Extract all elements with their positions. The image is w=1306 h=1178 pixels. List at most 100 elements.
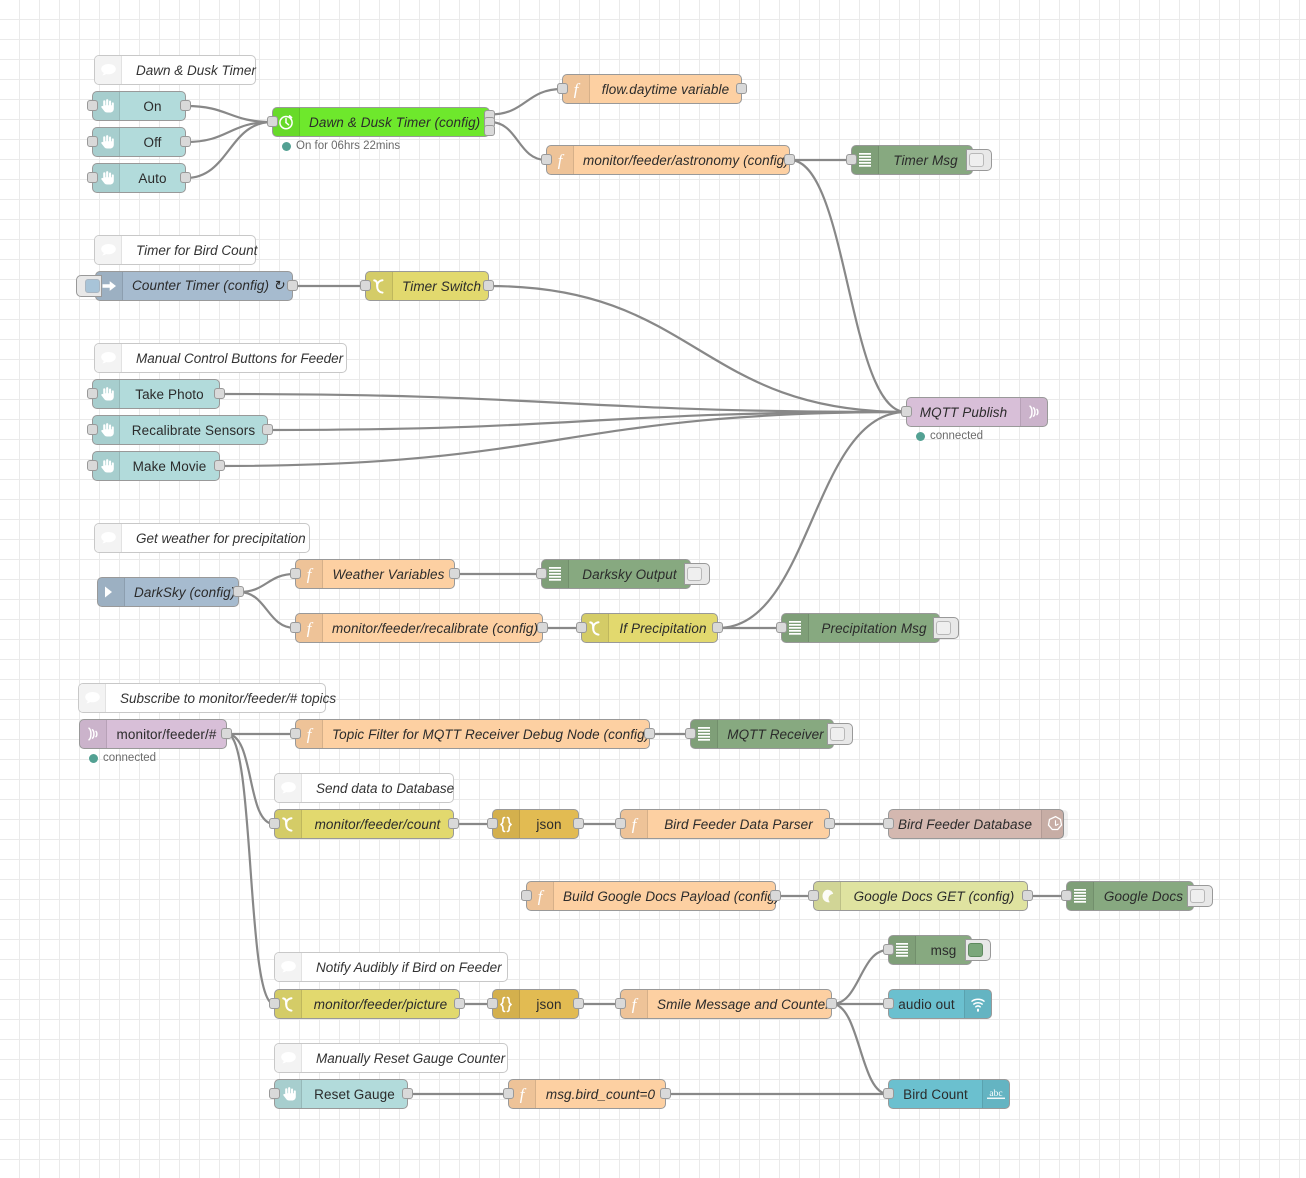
debug-toggle-button[interactable] — [684, 563, 710, 585]
output-port[interactable] — [287, 280, 298, 291]
output-port[interactable] — [573, 998, 584, 1009]
output-port[interactable] — [233, 586, 244, 597]
flow-node-gdocs[interactable]: Google Docs — [1061, 881, 1213, 911]
input-port[interactable] — [290, 622, 301, 633]
output-port[interactable] — [660, 1088, 671, 1099]
flow-node-smile[interactable]: f Smile Message and Counter — [615, 989, 837, 1019]
output-port[interactable] — [537, 622, 548, 633]
flow-node-topicfilter[interactable]: f Topic Filter for MQTT Receiver Debug No… — [290, 719, 655, 749]
flow-node-birdcount[interactable]: Bird Count abc — [883, 1079, 1010, 1109]
flow-node-movie[interactable]: Make Movie — [87, 451, 225, 481]
debug-toggle-button[interactable] — [966, 149, 992, 171]
flow-node-parser[interactable]: f Bird Feeder Data Parser — [615, 809, 835, 839]
comment-node[interactable]: Get weather for precipitation — [94, 523, 310, 553]
input-port[interactable] — [883, 944, 894, 955]
output-port[interactable] — [221, 728, 232, 739]
debug-toggle-button[interactable] — [933, 617, 959, 639]
input-port[interactable] — [901, 406, 912, 417]
flow-node-audioout[interactable]: audio out — [883, 989, 992, 1019]
inject-trigger-button[interactable] — [76, 275, 102, 297]
output-port[interactable] — [262, 424, 273, 435]
input-port[interactable] — [290, 728, 301, 739]
flow-node-gdocsget[interactable]: Google Docs GET (config) — [808, 881, 1033, 911]
output-port[interactable] — [214, 460, 225, 471]
wire[interactable] — [226, 732, 275, 1006]
output-port[interactable] — [484, 124, 495, 136]
wire[interactable] — [226, 732, 275, 826]
input-port[interactable] — [883, 1088, 894, 1099]
input-port[interactable] — [776, 622, 787, 633]
input-port[interactable] — [521, 890, 532, 901]
flow-node-auto[interactable]: Auto — [87, 163, 191, 193]
flow-node-timerswitch[interactable]: Timer Switch — [360, 271, 494, 301]
input-port[interactable] — [557, 83, 568, 94]
input-port[interactable] — [87, 424, 98, 435]
input-port[interactable] — [883, 998, 894, 1009]
input-port[interactable] — [269, 1088, 280, 1099]
flow-node-darkskyout[interactable]: Darksky Output — [536, 559, 710, 589]
input-port[interactable] — [267, 116, 278, 127]
flow-node-precipmsg[interactable]: Precipitation Msg — [776, 613, 959, 643]
output-port[interactable] — [712, 622, 723, 633]
flow-node-timermsg[interactable]: Timer Msg — [846, 145, 992, 175]
wire[interactable] — [488, 284, 907, 414]
output-port[interactable] — [449, 568, 460, 579]
flow-node-recalfn[interactable]: f monitor/feeder/recalibrate (config) — [290, 613, 548, 643]
input-port[interactable] — [290, 568, 301, 579]
output-port[interactable] — [454, 998, 465, 1009]
output-port[interactable] — [214, 388, 225, 399]
debug-toggle-button[interactable] — [827, 723, 853, 745]
wire[interactable] — [831, 948, 889, 1006]
flow-node-ifprecip[interactable]: If Precipitation — [576, 613, 723, 643]
flow-node-mqttrecv[interactable]: MQTT Receiver — [685, 719, 853, 749]
output-port[interactable] — [770, 890, 781, 901]
output-port[interactable] — [483, 280, 494, 291]
input-port[interactable] — [360, 280, 371, 291]
input-port[interactable] — [87, 172, 98, 183]
wire[interactable] — [831, 1002, 889, 1096]
wire[interactable] — [219, 392, 907, 414]
comment-node[interactable]: Send data to Database — [274, 773, 454, 803]
flow-node-recal[interactable]: Recalibrate Sensors — [87, 415, 273, 445]
input-port[interactable] — [487, 818, 498, 829]
comment-node[interactable]: Manually Reset Gauge Counter — [274, 1043, 508, 1073]
flow-node-birdcount0[interactable]: f msg.bird_count=0 — [503, 1079, 671, 1109]
input-port[interactable] — [87, 460, 98, 471]
input-port[interactable] — [1061, 890, 1072, 901]
debug-toggle-button[interactable] — [1187, 885, 1213, 907]
flow-canvas[interactable]: Dawn & Dusk Timer Timer for Bird Count Man… — [0, 0, 1306, 1178]
input-port[interactable] — [541, 154, 552, 165]
flow-node-dawn[interactable]: Dawn & Dusk Timer (config) — [267, 107, 495, 137]
wire[interactable] — [717, 410, 907, 630]
wire[interactable] — [185, 104, 273, 124]
flow-node-weathervars[interactable]: f Weather Variables — [290, 559, 460, 589]
flow-node-resetgauge[interactable]: Reset Gauge — [269, 1079, 413, 1109]
flow-node-json1[interactable]: json — [487, 809, 584, 839]
flow-node-takephoto[interactable]: Take Photo — [87, 379, 225, 409]
output-port[interactable] — [573, 818, 584, 829]
flow-node-count[interactable]: monitor/feeder/count — [269, 809, 459, 839]
flow-node-mqttsub[interactable]: monitor/feeder/# — [79, 719, 232, 749]
wire[interactable] — [185, 120, 273, 144]
comment-node[interactable]: Timer for Bird Count — [94, 235, 257, 265]
output-port[interactable] — [1022, 890, 1033, 901]
input-port[interactable] — [269, 818, 280, 829]
debug-toggle-button[interactable] — [965, 939, 991, 961]
wire[interactable] — [238, 572, 296, 594]
comment-node[interactable]: Notify Audibly if Bird on Feeder — [274, 952, 508, 982]
comment-node[interactable]: Dawn & Dusk Timer — [94, 55, 256, 85]
input-port[interactable] — [846, 154, 857, 165]
input-port[interactable] — [269, 998, 280, 1009]
wire[interactable] — [238, 590, 296, 630]
flow-node-json2[interactable]: json — [487, 989, 584, 1019]
flow-node-darksky[interactable]: DarkSky (config) — [97, 577, 244, 607]
wire[interactable] — [267, 410, 907, 432]
output-port[interactable] — [784, 154, 795, 165]
output-port[interactable] — [402, 1088, 413, 1099]
output-port[interactable] — [180, 136, 191, 147]
output-port[interactable] — [644, 728, 655, 739]
output-port[interactable] — [736, 83, 747, 94]
input-port[interactable] — [685, 728, 696, 739]
input-port[interactable] — [536, 568, 547, 579]
input-port[interactable] — [808, 890, 819, 901]
